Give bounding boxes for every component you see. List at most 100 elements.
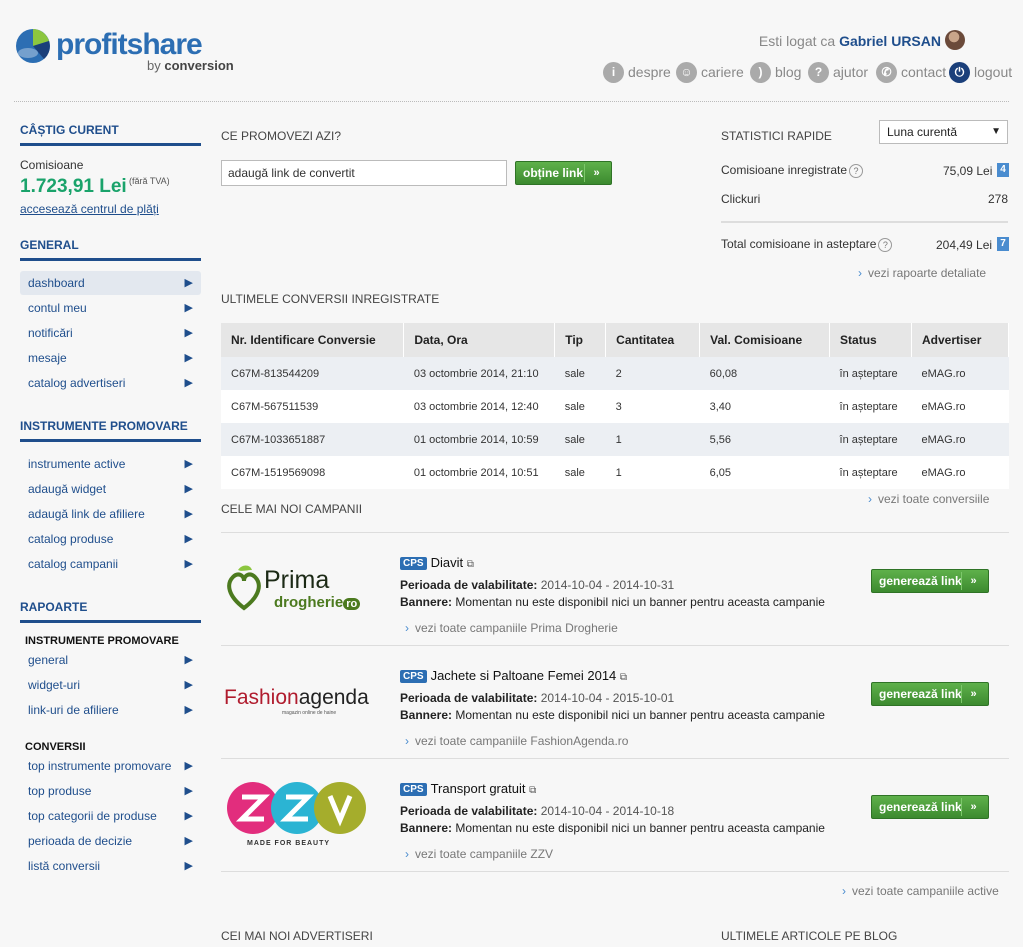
generate-link-button[interactable]: generează link» xyxy=(871,682,989,706)
get-link-button[interactable]: obține link» xyxy=(515,161,612,185)
period-value: 2014-10-04 - 2015-10-01 xyxy=(540,691,675,705)
user-name[interactable]: Gabriel URSAN xyxy=(839,33,941,49)
column-header[interactable]: Val. Comisioane xyxy=(699,323,831,357)
nav-logout[interactable]: ⏻ logout xyxy=(949,60,1012,84)
more-label: vezi toate campaniile ZZV xyxy=(415,847,554,861)
banners-label: Bannere: xyxy=(400,821,453,835)
sidebar-item-top-instrumente[interactable]: top instrumente promovare ▶ xyxy=(20,754,201,778)
prima-drogherie-logo[interactable]: Prima drogherie ro xyxy=(224,562,384,614)
sidebar-item-adauga-link[interactable]: adaugă link de afiliere ▶ xyxy=(20,502,201,526)
banners-label: Bannere: xyxy=(400,708,453,722)
sidebar-item-dashboard[interactable]: dashboard ▶ xyxy=(20,271,201,295)
all-conversions-link[interactable]: › vezi toate conversiile xyxy=(868,492,989,506)
sidebar-item-top-categorii[interactable]: top categorii de produse ▶ xyxy=(20,804,201,828)
stat-total-value: 204,49 Lei xyxy=(936,238,993,252)
chevron-right-icon: ▶ xyxy=(184,679,193,691)
external-link-icon: ⧉ xyxy=(529,785,537,796)
table-cell: sale xyxy=(554,456,606,489)
sidebar-item-catalog-advertiseri[interactable]: catalog advertiseri ▶ xyxy=(20,371,201,395)
profitshare-logo-icon[interactable] xyxy=(14,27,52,63)
campaign-title[interactable]: CPS Diavit ⧉ xyxy=(400,555,474,570)
campaign-period: Perioada de valabilitate: 2014-10-04 - 2… xyxy=(400,578,674,592)
nav-cariere[interactable]: ☺ cariere xyxy=(676,60,744,84)
sidebar-item-catalog-campanii[interactable]: catalog campanii ▶ xyxy=(20,552,201,576)
sidebar-item-adauga-widget[interactable]: adaugă widget ▶ xyxy=(20,477,201,501)
nav-blog[interactable]: ) blog xyxy=(750,60,801,84)
logo-tagline: MADE FOR BEAUTY xyxy=(247,840,331,847)
column-header[interactable]: Cantitatea xyxy=(605,323,701,357)
campaign-more-link[interactable]: › vezi toate campaniile ZZV xyxy=(405,847,553,861)
nav-label: contact xyxy=(901,64,947,80)
sidebar-item-label: catalog produse xyxy=(28,532,114,546)
logo-text-a: Fashion xyxy=(224,686,299,709)
campaign-more-link[interactable]: › vezi toate campaniile FashionAgenda.ro xyxy=(405,734,628,748)
sidebar-item-lista-conversii[interactable]: listă conversii ▶ xyxy=(20,854,201,878)
table-cell: 5,56 xyxy=(699,423,830,456)
fashionagenda-logo[interactable]: Fashionagenda magazin online de haine xyxy=(224,686,379,716)
sidebar-item-label: top instrumente promovare xyxy=(28,759,172,773)
sidebar-item-rap-general[interactable]: general ▶ xyxy=(20,648,201,672)
promo-title: CE PROMOVEZI AZI? xyxy=(221,129,342,143)
sidebar-item-perioada-decizie[interactable]: perioada de decizie ▶ xyxy=(20,829,201,853)
stat-commissions-value: 75,09 Lei xyxy=(943,164,993,178)
stat-label: Comisioane inregistrate xyxy=(721,163,848,177)
generate-link-button[interactable]: generează link» xyxy=(871,569,989,593)
avatar[interactable] xyxy=(945,30,965,50)
sidebar-item-top-produse[interactable]: top produse ▶ xyxy=(20,779,201,803)
campaign-title[interactable]: CPS Jachete si Paltoane Femei 2014 ⧉ xyxy=(400,668,627,683)
logo-wordmark[interactable]: profitshare xyxy=(56,28,203,62)
more-label: vezi toate campaniile active xyxy=(852,884,999,898)
column-header[interactable]: Data, Ora xyxy=(403,323,556,357)
reports-subtitle-conversions: CONVERSII xyxy=(25,741,86,753)
link-input[interactable]: adaugă link de convertit xyxy=(221,160,507,186)
logo-text-b: agenda xyxy=(298,686,369,709)
campaign-title[interactable]: CPS Transport gratuit ⧉ xyxy=(400,781,536,796)
campaign-period: Perioada de valabilitate: 2014-10-04 - 2… xyxy=(400,804,674,818)
zzv-logo[interactable]: MADE FOR BEAUTY xyxy=(226,780,368,850)
column-header[interactable]: Status xyxy=(829,323,912,357)
column-header[interactable]: Nr. Identificare Conversie xyxy=(221,323,405,357)
payments-link[interactable]: accesează centrul de plăți xyxy=(20,202,159,216)
sidebar-item-label: instrumente active xyxy=(28,457,126,471)
detailed-reports-link[interactable]: › vezi rapoarte detaliate xyxy=(858,266,986,280)
table-cell: 1 xyxy=(605,456,700,489)
cps-badge: CPS xyxy=(400,670,427,683)
generate-link-button[interactable]: generează link» xyxy=(871,795,989,819)
period-value: 2014-10-04 - 2014-10-18 xyxy=(540,804,675,818)
table-cell: C67M-813544209 xyxy=(221,357,404,390)
sidebar-item-contul-meu[interactable]: contul meu ▶ xyxy=(20,296,201,320)
nav-despre[interactable]: i despre xyxy=(603,60,671,84)
rss-icon: ) xyxy=(750,61,771,83)
period-select[interactable]: Luna curentă ▼ xyxy=(879,120,1008,144)
double-chevron-icon: » xyxy=(961,798,985,816)
column-header[interactable]: Advertiser xyxy=(911,323,1009,357)
nav-label: despre xyxy=(628,64,671,80)
tools-title: INSTRUMENTE PROMOVARE xyxy=(20,419,201,442)
stat-total-label: Total comisioane in asteptare? xyxy=(721,237,893,252)
double-chevron-icon: » xyxy=(961,685,985,703)
sidebar-item-catalog-produse[interactable]: catalog produse ▶ xyxy=(20,527,201,551)
power-icon: ⏻ xyxy=(949,61,970,83)
table-cell: 1 xyxy=(605,423,700,456)
nav-contact[interactable]: ✆ contact xyxy=(876,60,946,84)
more-label: vezi toate conversiile xyxy=(878,492,990,506)
sidebar-item-instrumente-active[interactable]: instrumente active ▶ xyxy=(20,452,201,476)
campaign-name: Diavit xyxy=(430,555,464,570)
campaign-more-link[interactable]: › vezi toate campaniile Prima Drogherie xyxy=(405,621,618,635)
double-chevron-icon: » xyxy=(584,164,608,182)
sidebar-item-notificari[interactable]: notificări ▶ xyxy=(20,321,201,345)
sidebar-item-label: widget-uri xyxy=(28,678,81,692)
table-cell: în așteptare xyxy=(829,456,912,489)
help-icon[interactable]: ? xyxy=(849,163,864,178)
period-value: 2014-10-04 - 2014-10-31 xyxy=(540,578,675,592)
sidebar-item-rap-link-uri[interactable]: link-uri de afiliere ▶ xyxy=(20,698,201,722)
table-cell: în așteptare xyxy=(829,390,912,423)
help-icon[interactable]: ? xyxy=(878,237,893,252)
nav-ajutor[interactable]: ? ajutor xyxy=(808,60,868,84)
column-header[interactable]: Tip xyxy=(554,323,607,357)
all-campaigns-link[interactable]: › vezi toate campaniile active xyxy=(842,884,999,898)
table-cell: în așteptare xyxy=(829,357,912,390)
sidebar-item-rap-widget-uri[interactable]: widget-uri ▶ xyxy=(20,673,201,697)
sidebar-item-mesaje[interactable]: mesaje ▶ xyxy=(20,346,201,370)
general-title: GENERAL xyxy=(20,238,201,261)
